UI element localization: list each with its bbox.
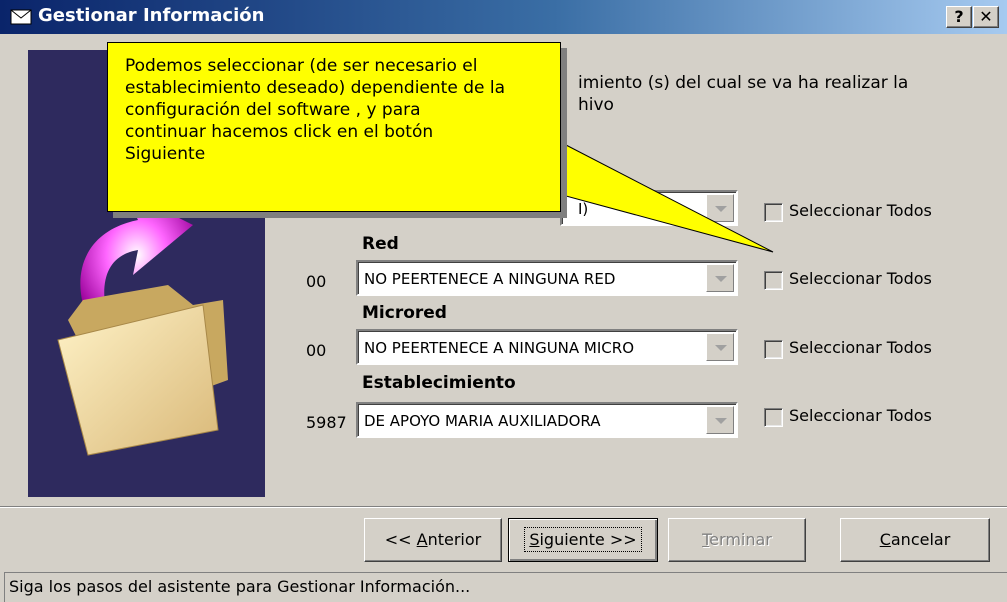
chevron-down-icon[interactable] [706, 333, 734, 361]
close-button[interactable]: ✕ [973, 6, 999, 28]
select-all-microred[interactable]: Seleccionar Todos [764, 336, 964, 362]
focus-ring: Siguiente >> [524, 527, 642, 552]
select-all-region[interactable]: Seleccionar Todos [764, 199, 964, 225]
checkbox-label: Seleccionar Todos [789, 269, 932, 288]
previous-button-mnemonic: A [416, 530, 428, 549]
next-button[interactable]: Siguiente >> [508, 518, 658, 562]
checkbox[interactable] [764, 203, 783, 222]
checkbox-label: Seleccionar Todos [789, 406, 932, 425]
region-select[interactable]: I) [560, 190, 738, 226]
chevron-down-icon[interactable] [706, 406, 734, 434]
microred-select-value: NO PEERTENECE A NINGUNA MICRO [364, 339, 634, 357]
select-all-red[interactable]: Seleccionar Todos [764, 267, 964, 293]
separator [0, 506, 1007, 508]
window-title: Gestionar Información [38, 5, 265, 26]
previous-button-prefix: << [384, 530, 417, 549]
checkbox-label: Seleccionar Todos [789, 338, 932, 357]
establecimiento-select-value: DE APOYO MARIA AUXILIADORA [364, 412, 601, 430]
title-bar[interactable]: Gestionar Información ? ✕ [0, 0, 1007, 34]
status-bar: Siga los pasos del asistente para Gestio… [4, 572, 1007, 602]
establecimiento-code: 5987 [306, 413, 347, 432]
tutorial-callout: Podemos seleccionar (de ser necesario el… [107, 42, 561, 212]
envelope-icon [10, 9, 32, 25]
checkbox[interactable] [764, 408, 783, 427]
establecimiento-select[interactable]: DE APOYO MARIA AUXILIADORA [356, 402, 738, 438]
help-button[interactable]: ? [946, 6, 972, 28]
red-select-value: NO PEERTENECE A NINGUNA RED [364, 270, 616, 288]
cancel-button-label: ancelar [890, 530, 951, 549]
cancel-button-mnemonic: C [879, 530, 891, 549]
callout-text: Podemos seleccionar (de ser necesario el… [125, 56, 505, 164]
region-select-value: I) [578, 200, 589, 218]
microred-select[interactable]: NO PEERTENECE A NINGUNA MICRO [356, 329, 738, 365]
chevron-down-icon[interactable] [706, 264, 734, 292]
chevron-down-icon[interactable] [706, 194, 734, 222]
checkbox[interactable] [764, 340, 783, 359]
finish-button-label: erminar [709, 530, 772, 549]
microred-code: 00 [306, 341, 327, 360]
microred-label: Microred [362, 303, 447, 323]
cancel-button[interactable]: Cancelar [840, 518, 990, 562]
finish-button[interactable]: Terminar [668, 518, 806, 562]
red-label: Red [362, 234, 399, 254]
next-button-mnemonic: S [529, 530, 540, 549]
next-button-label: iguiente >> [539, 530, 637, 549]
select-all-establecimiento[interactable]: Seleccionar Todos [764, 404, 964, 430]
previous-button-label: nterior [427, 530, 482, 549]
red-code: 00 [306, 272, 327, 291]
step-description: imiento (s) del cual se va ha realizar l… [578, 73, 909, 115]
red-select[interactable]: NO PEERTENECE A NINGUNA RED [356, 260, 738, 296]
previous-button[interactable]: << Anterior [364, 518, 502, 562]
checkbox[interactable] [764, 271, 783, 290]
establecimiento-label: Establecimiento [362, 373, 516, 393]
checkbox-label: Seleccionar Todos [789, 201, 932, 220]
